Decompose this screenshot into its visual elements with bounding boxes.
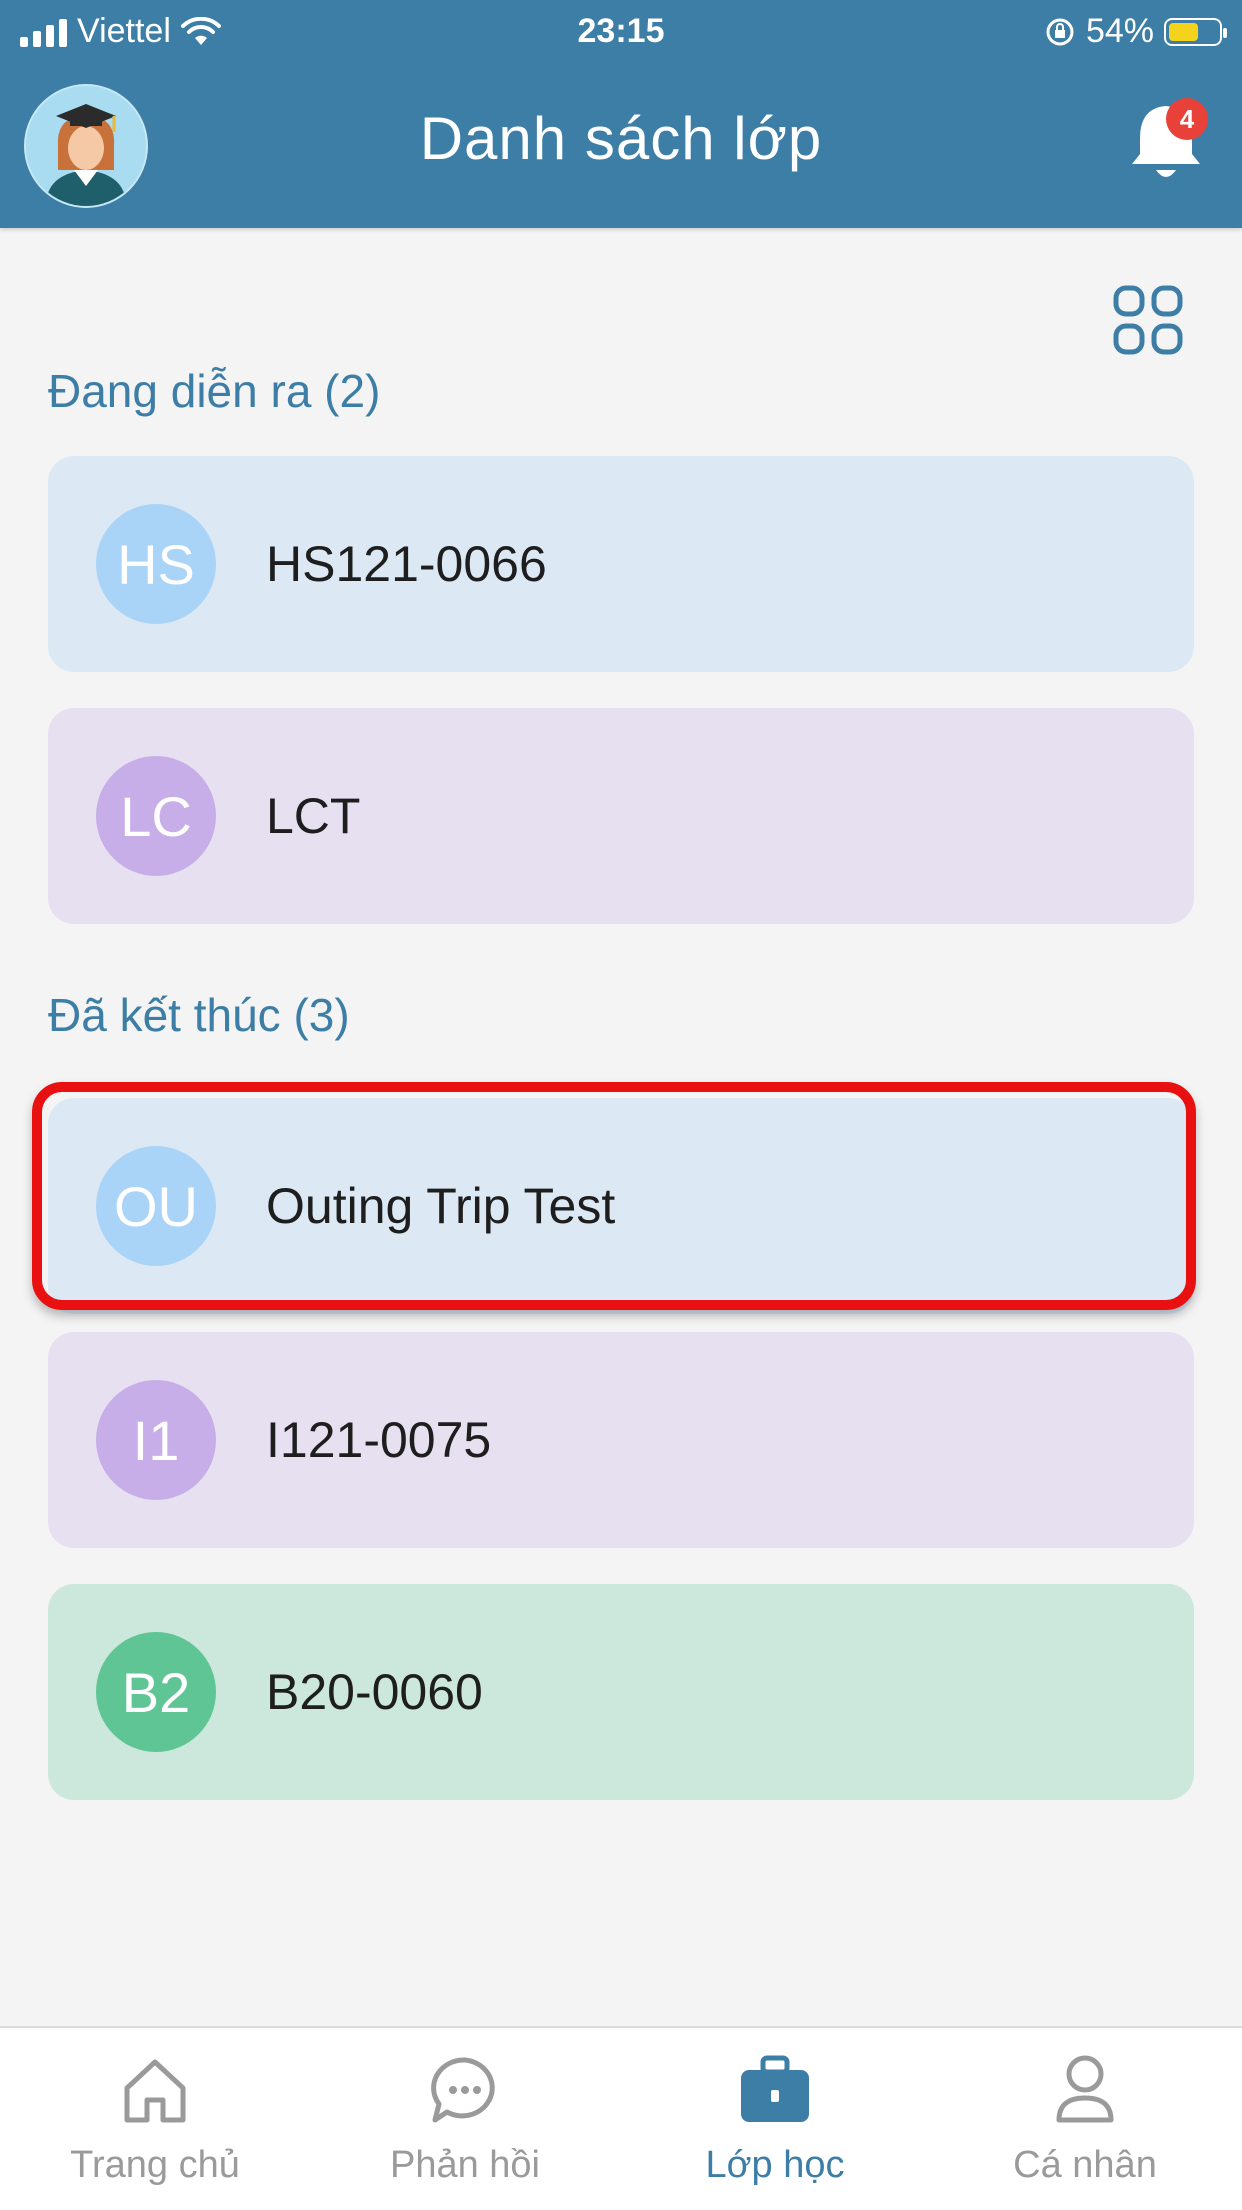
grid-view-button[interactable] xyxy=(1112,284,1184,356)
battery-icon xyxy=(1164,17,1227,46)
class-initials-avatar: HS xyxy=(96,504,216,624)
class-card[interactable]: HS HS121-0066 xyxy=(48,456,1194,672)
class-initials-avatar: LC xyxy=(96,756,216,876)
tab-label: Lớp học xyxy=(705,2144,845,2186)
tab-label: Cá nhân xyxy=(1013,2144,1157,2186)
briefcase-icon xyxy=(741,2055,809,2122)
bottom-tab-bar: Trang chủ Phản hồi Lớp học Cá nhân xyxy=(0,2026,1242,2210)
rotation-lock-icon xyxy=(1046,18,1074,45)
grid-icon xyxy=(1113,285,1183,355)
chat-bubble-icon xyxy=(431,2057,495,2123)
battery-percent: 54% xyxy=(1085,12,1154,50)
tab-label: Phản hồi xyxy=(389,2144,540,2186)
notification-badge: 4 xyxy=(1166,98,1208,140)
app-header: Viettel 23:15 54% Danh sách lớp 4 xyxy=(0,0,1242,228)
tab-profile[interactable]: Cá nhân xyxy=(930,2028,1240,2210)
class-initials-avatar: I1 xyxy=(96,1380,216,1500)
class-name: LCT xyxy=(266,788,361,844)
class-initials-avatar: B2 xyxy=(96,1632,216,1752)
section-title-finished: Đã kết thúc (3) xyxy=(48,989,350,1041)
class-name: HS121-0066 xyxy=(266,536,547,592)
tab-home[interactable]: Trang chủ xyxy=(0,2028,310,2210)
notification-button[interactable]: 4 xyxy=(1126,98,1208,188)
status-bar: Viettel 23:15 54% xyxy=(0,0,1242,62)
home-icon xyxy=(124,2059,186,2123)
page-title: Danh sách lớp xyxy=(419,105,823,172)
class-name: B20-0060 xyxy=(266,1664,483,1720)
highlight-box xyxy=(32,1082,1196,1310)
person-icon xyxy=(1056,2055,1114,2123)
class-card[interactable]: LC LCT xyxy=(48,708,1194,924)
class-card[interactable]: B2 B20-0060 xyxy=(48,1584,1194,1800)
class-name: I121-0075 xyxy=(266,1412,492,1468)
tab-label: Trang chủ xyxy=(70,2144,240,2186)
tab-feedback[interactable]: Phản hồi xyxy=(310,2028,620,2210)
section-title-ongoing: Đang diễn ra (2) xyxy=(48,365,381,417)
class-card[interactable]: I1 I121-0075 xyxy=(48,1332,1194,1548)
tab-classes[interactable]: Lớp học xyxy=(620,2028,930,2210)
